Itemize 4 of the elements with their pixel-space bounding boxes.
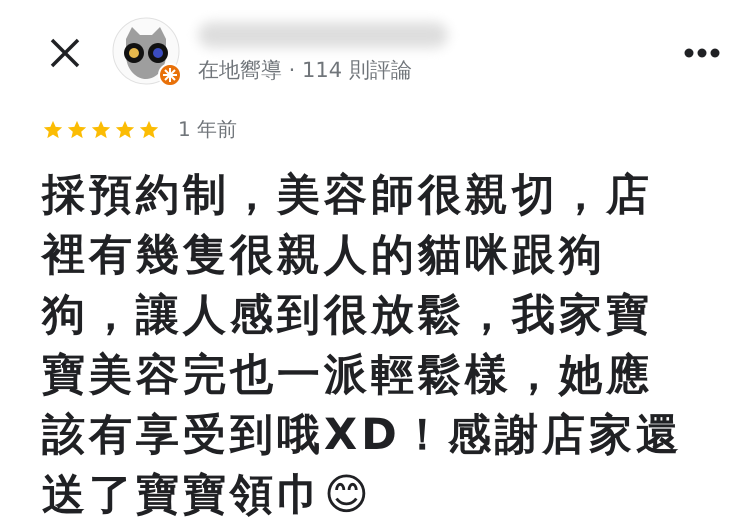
review-text: 採預約制，美容師很親切，店裡有幾隻很親人的貓咪跟狗狗，讓人感到很放鬆，我家寶寶美容完也一派輕鬆樣，她應該有享受到哦XD！感謝店家還送了寶寶領巾😊: [42, 170, 683, 520]
review-time: 1 年前: [178, 116, 238, 143]
more-options-button[interactable]: [684, 48, 720, 58]
reviewer-subtitle: 在地嚮導 · 114 則評論: [198, 57, 413, 84]
